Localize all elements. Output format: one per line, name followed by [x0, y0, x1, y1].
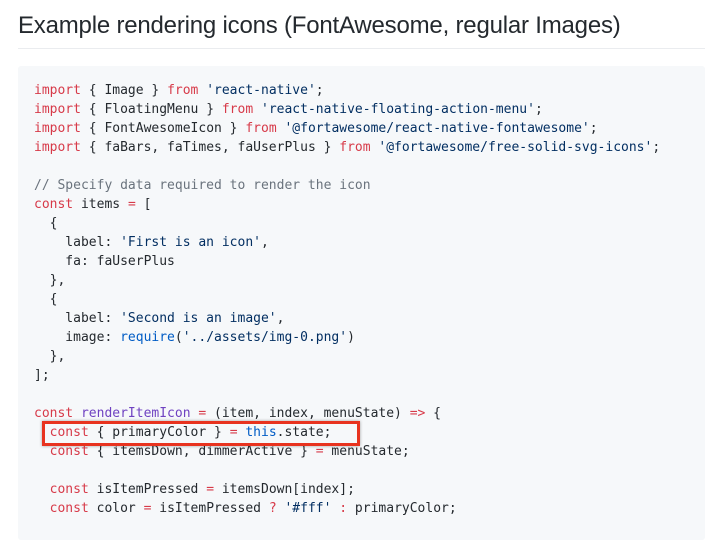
code-line: fa: faUserPlus: [34, 252, 660, 271]
code-token: { FontAwesomeIcon }: [80, 121, 246, 136]
code-line: ];: [34, 366, 660, 385]
code-token: primaryColor;: [347, 501, 457, 516]
highlight-annotation-box: [42, 421, 360, 446]
code-token: { faBars, faTimes, faUserPlus }: [80, 140, 340, 155]
code-token: ;: [534, 102, 543, 117]
code-token: ;: [652, 140, 661, 155]
code-line: const items = [: [34, 195, 660, 214]
code-token: ?: [268, 501, 277, 516]
code-line: // Specify data required to render the i…: [34, 176, 660, 195]
code-token: ;: [589, 121, 598, 136]
code-token: '../assets/img-0.png': [182, 330, 348, 345]
code-token: import: [34, 102, 81, 117]
code-token: import: [34, 121, 81, 136]
code-token: ,: [260, 235, 269, 250]
code-token: require: [120, 330, 175, 345]
code-token: '@fortawesome/free-solid-svg-icons': [378, 140, 653, 155]
code-token: items: [73, 197, 128, 212]
code-line: label: 'Second is an image',: [34, 309, 660, 328]
code-token: import: [34, 83, 81, 98]
code-line: },: [34, 347, 660, 366]
code-line: {: [34, 290, 660, 309]
code-line: import { FontAwesomeIcon } from '@fortaw…: [34, 119, 660, 138]
code-content: import { Image } from 'react-native'; imp…: [34, 81, 660, 518]
code-token: from: [167, 83, 199, 98]
code-token: '#fff': [284, 501, 332, 516]
code-token: from: [339, 140, 371, 155]
code-line: const color = isItemPressed ? '#fff' : p…: [34, 499, 660, 518]
code-token: (item, index, menuState): [206, 406, 410, 421]
code-token: import: [34, 140, 81, 155]
code-token: isItemPressed: [151, 501, 269, 516]
code-line: label: 'First is an icon',: [34, 233, 660, 252]
code-token: =: [315, 444, 324, 459]
code-token: :: [339, 501, 348, 516]
code-token: label:: [34, 311, 121, 326]
code-token: ,: [276, 311, 285, 326]
code-token: menuState;: [323, 444, 410, 459]
code-token: { itemsDown, dimmerActive }: [88, 444, 316, 459]
code-token: {: [425, 406, 442, 421]
code-token: const: [34, 197, 74, 212]
code-token: renderItemIcon: [80, 406, 191, 421]
code-line: import { Image } from 'react-native';: [34, 81, 660, 100]
code-token: const: [34, 406, 74, 421]
code-token: {: [34, 216, 58, 231]
code-line: },: [34, 271, 660, 290]
code-token: ;: [315, 83, 324, 98]
code-token: 'Second is an image': [120, 311, 277, 326]
code-token: from: [245, 121, 277, 136]
code-token: '@fortawesome/react-native-fontawesome': [284, 121, 590, 136]
code-token: image:: [34, 330, 121, 345]
code-token: },: [34, 349, 66, 364]
code-token: ): [347, 330, 355, 345]
code-token: =>: [409, 406, 426, 421]
code-block: import { Image } from 'react-native'; imp…: [18, 66, 705, 540]
code-token: (: [174, 330, 183, 345]
code-token: from: [221, 102, 254, 117]
code-token: // Specify data required to render the i…: [34, 178, 371, 193]
code-token: { Image }: [80, 83, 168, 98]
code-line: {: [34, 214, 660, 233]
code-token: 'react-native-floating-action-menu': [261, 102, 535, 117]
heading-divider: [18, 48, 705, 49]
section-heading: Example rendering icons (FontAwesome, re…: [18, 12, 621, 39]
code-token: const: [49, 501, 89, 516]
code-lines: import { Image } from 'react-native'; imp…: [34, 81, 660, 518]
code-token: label:: [34, 235, 121, 250]
code-line: import { FloatingMenu } from 'react-nati…: [34, 100, 660, 119]
code-token: const: [49, 444, 89, 459]
code-line: const isItemPressed = itemsDown[index];: [34, 480, 660, 499]
code-token: =: [206, 482, 215, 497]
code-token: fa: faUserPlus: [34, 254, 175, 269]
code-token: =: [127, 197, 136, 212]
code-token: ];: [34, 368, 50, 383]
code-token: 'First is an icon': [120, 235, 261, 250]
code-token: },: [34, 273, 66, 288]
code-token: 'react-native': [206, 83, 316, 98]
code-token: { FloatingMenu }: [80, 102, 222, 117]
code-token: itemsDown[index];: [214, 482, 355, 497]
code-token: {: [34, 292, 58, 307]
code-token: [: [135, 197, 152, 212]
code-token: color: [88, 501, 144, 516]
code-line: import { faBars, faTimes, faUserPlus } f…: [34, 138, 660, 157]
code-token: isItemPressed: [88, 482, 207, 497]
code-token: const: [49, 482, 89, 497]
code-line: image: require('../assets/img-0.png'): [34, 328, 660, 347]
